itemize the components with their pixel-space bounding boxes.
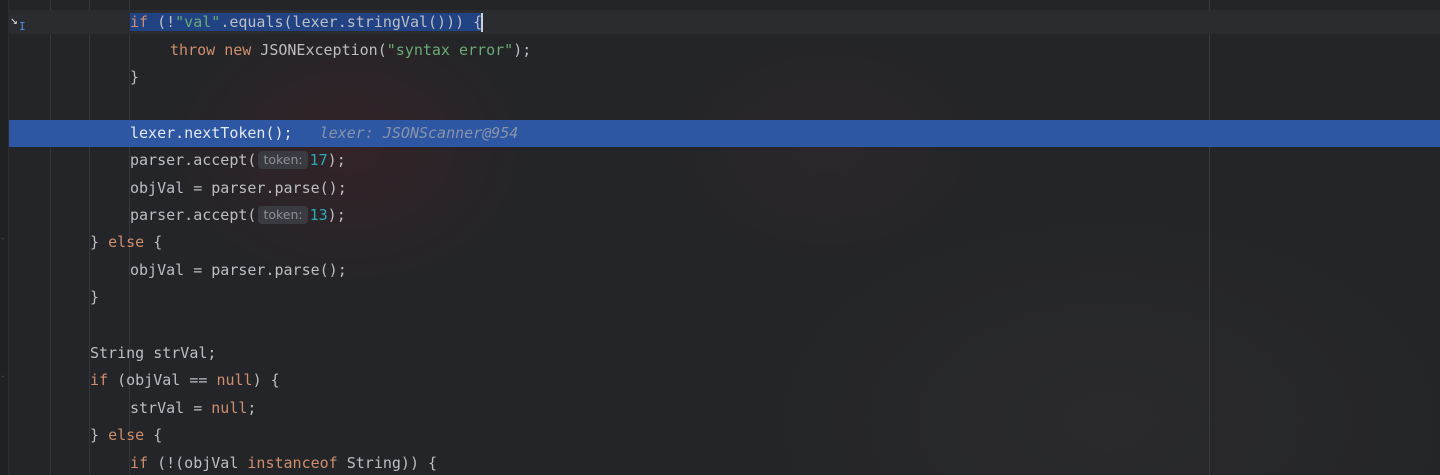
code-editor[interactable]: if (!"val".equals(lexer.stringVal())) {t… [9,0,1440,475]
code-token: ; [247,399,257,417]
step-into-cursor-icon[interactable]: ↘ I [10,14,26,34]
code-line[interactable]: throw new JSONException("syntax error"); [170,37,531,64]
code-token: ); [513,41,532,59]
code-line[interactable]: } [130,64,139,91]
code-token: 17 [309,151,328,169]
inline-debug-value[interactable]: lexer: JSONScanner@954 [320,124,519,142]
code-line[interactable]: strVal = null; [130,395,256,422]
code-token: "syntax error" [386,41,514,59]
code-line[interactable]: } [90,284,99,311]
indent-guide [50,0,51,475]
code-token: objVal = parser.parse(); [130,179,347,197]
editor-gutter[interactable]: ˇ ˇ [0,0,9,475]
code-line[interactable]: } else { [90,229,162,256]
code-token: String)) { [337,454,438,472]
code-token: { [144,426,163,444]
fold-marker-icon[interactable]: ˇ [0,377,6,386]
code-token: objVal = parser.parse(); [130,261,347,279]
code-line[interactable]: parser.accept(token: 13); [130,202,346,229]
code-token: if [130,454,149,472]
parameter-hint: token: [258,205,308,224]
code-line[interactable]: objVal = parser.parse(); [130,175,347,202]
code-token: String strVal; [90,344,217,362]
code-line[interactable]: } else { [90,422,162,449]
code-token: null [211,399,248,417]
code-token: parser.accept( [130,206,257,224]
code-token: 13 [309,206,328,224]
code-token: else [108,233,145,251]
selected-text[interactable]: if (!"val".equals(lexer.stringVal())) { [130,13,483,31]
code-token: "val" [175,13,221,31]
code-token: { [144,233,163,251]
code-token: (! [148,13,176,31]
code-token: parser.accept( [130,151,257,169]
code-token: instanceof [247,454,338,472]
code-token: } [90,288,100,306]
right-margin-guide [1209,0,1210,475]
code-token: strVal = [130,399,212,417]
code-line[interactable]: if (!(objVal instanceof String)) { [130,450,437,475]
code-token: } [90,233,109,251]
code-line[interactable]: lexer.nextToken(); lexer: JSONScanner@95… [130,120,518,147]
code-token: new [224,41,252,59]
code-token: else [108,426,145,444]
code-line[interactable]: if (!"val".equals(lexer.stringVal())) { [130,9,483,36]
code-token: ) { [252,371,280,389]
code-token: if [90,371,109,389]
code-line[interactable]: parser.accept(token: 17); [130,147,346,174]
code-token: null [216,371,253,389]
code-token: JSONException( [251,41,387,59]
code-token: lexer.nextToken(); [130,124,293,142]
fold-marker-icon[interactable]: ˇ [0,239,6,248]
parameter-hint: token: [258,150,308,169]
code-token: (!(objVal [148,454,248,472]
code-token: .equals(lexer.stringVal())) { [220,13,483,31]
text-cursor-icon: I [19,20,26,33]
code-token: } [90,426,109,444]
text-caret [481,13,483,32]
code-token: if [130,13,149,31]
code-token: (objVal == [108,371,217,389]
code-line[interactable]: String strVal; [90,340,216,367]
code-token: ); [327,151,346,169]
code-token: throw [170,41,216,59]
code-line[interactable]: objVal = parser.parse(); [130,257,347,284]
code-token: } [130,68,140,86]
code-line[interactable]: if (objVal == null) { [90,367,280,394]
code-token: ); [327,206,346,224]
